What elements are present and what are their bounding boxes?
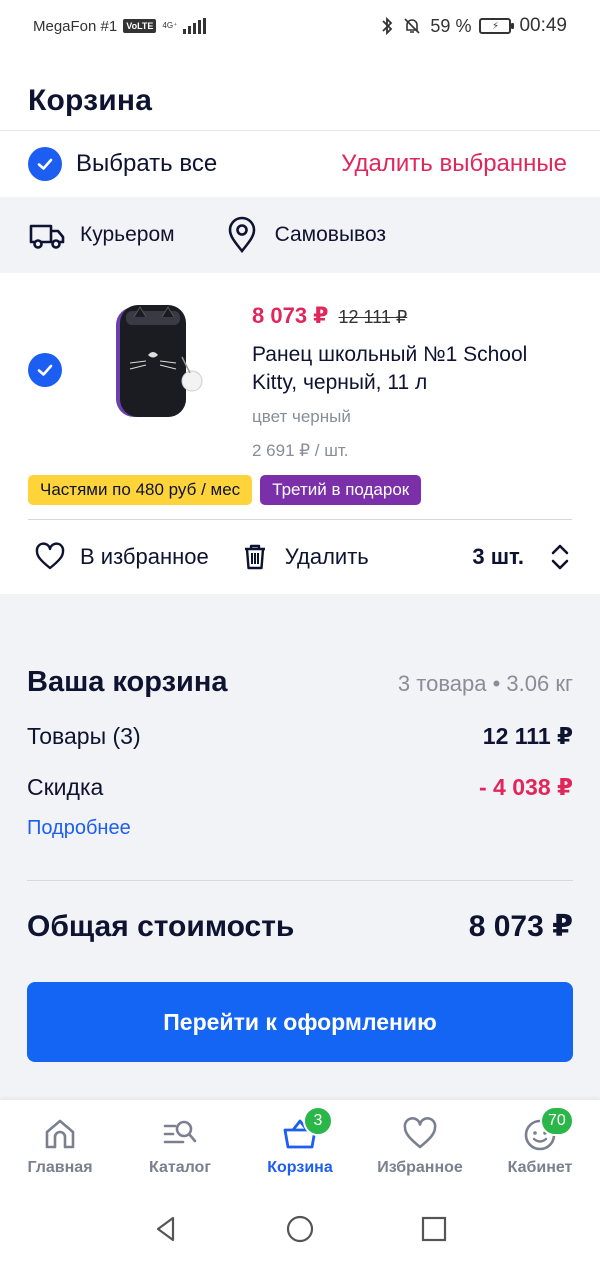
- bottom-nav: Главная Каталог Корзина 3 Избранное Каби…: [0, 1100, 600, 1192]
- delivery-pickup-option[interactable]: Самовывоз: [223, 216, 386, 254]
- truck-icon: [29, 224, 65, 249]
- cart-count-badge: 3: [303, 1106, 333, 1136]
- delete-label: Удалить: [284, 544, 369, 569]
- cart-item: 8 073 ₽ 12 111 ₽ Ранец школьный №1 Schoo…: [0, 273, 600, 520]
- installment-tag[interactable]: Частями по 480 руб / мес: [28, 475, 253, 505]
- status-bar: MegaFon #1 VoLTE 4G⁺ 59 % ⚡ 00:49: [0, 0, 600, 52]
- discount-row: Скидка - 4 038 ₽: [27, 774, 573, 801]
- total-row: Общая стоимость 8 073 ₽: [27, 909, 573, 944]
- status-left: MegaFon #1 VoLTE 4G⁺: [33, 17, 207, 35]
- nav-favorites-label: Избранное: [377, 1159, 463, 1176]
- favorites-label: В избранное: [80, 544, 209, 569]
- section-gap: [0, 594, 600, 642]
- catalog-search-icon: [163, 1120, 197, 1144]
- location-pin-icon: [228, 216, 255, 254]
- heart-icon: [35, 542, 65, 570]
- nav-cabinet-label: Кабинет: [507, 1159, 573, 1176]
- nav-cart-label: Корзина: [267, 1159, 333, 1176]
- carrier-name: MegaFon #1: [33, 17, 118, 35]
- product-color: цвет черный: [252, 407, 351, 426]
- item-actions: В избранное Удалить 3 шт.: [0, 520, 600, 594]
- mute-bell-icon: [404, 18, 420, 34]
- volte-badge: VoLTE: [123, 19, 157, 33]
- system-nav-bar: [0, 1192, 600, 1266]
- bluetooth-icon: [382, 16, 393, 36]
- battery-percent: 59 %: [430, 15, 472, 36]
- backpack-image: [116, 305, 203, 417]
- nav-home-label: Главная: [27, 1159, 93, 1176]
- total-value: 8 073 ₽: [468, 910, 573, 943]
- add-to-favorites-button[interactable]: В избранное: [34, 541, 209, 573]
- divider: [28, 519, 572, 520]
- gift-promo-tag[interactable]: Третий в подарок: [260, 475, 422, 505]
- goods-row: Товары (3) 12 111 ₽: [27, 723, 573, 750]
- details-link[interactable]: Подробнее: [27, 817, 573, 840]
- back-triangle-icon[interactable]: [151, 1214, 181, 1244]
- quantity-stepper[interactable]: 3 шт.: [472, 541, 570, 573]
- price-old: 12 111 ₽: [338, 307, 408, 327]
- checkbox-checked-icon[interactable]: [28, 147, 62, 181]
- delivery-options: Курьером Самовывоз: [0, 197, 600, 273]
- discount-value: - 4 038 ₽: [479, 774, 573, 800]
- page-title: Корзина: [28, 84, 153, 117]
- pickup-label: Самовывоз: [274, 223, 387, 246]
- discount-label: Скидка: [27, 774, 104, 800]
- product-name[interactable]: Ранец школьный №1 School Kitty, черный, …: [252, 341, 572, 397]
- delete-selected-button[interactable]: Удалить выбранные: [341, 150, 567, 178]
- goods-label: Товары (3): [27, 723, 141, 749]
- select-all-label: Выбрать все: [76, 150, 218, 177]
- recents-square-icon[interactable]: [419, 1214, 449, 1244]
- battery-icon: ⚡: [479, 18, 515, 34]
- cabinet-count-badge: 70: [540, 1106, 574, 1136]
- nav-cabinet[interactable]: Кабинет 70: [480, 1100, 600, 1192]
- courier-label: Курьером: [80, 223, 175, 246]
- nav-favorites[interactable]: Избранное: [360, 1100, 480, 1192]
- select-all-button[interactable]: Выбрать все: [28, 147, 217, 181]
- divider: [27, 880, 573, 881]
- product-image[interactable]: [94, 297, 214, 427]
- cart-summary: Ваша корзина 3 товара • 3.06 кг Товары (…: [0, 642, 600, 1158]
- delete-item-button[interactable]: Удалить: [239, 541, 369, 573]
- chevron-up-down-icon[interactable]: [550, 541, 570, 573]
- nav-catalog-label: Каталог: [149, 1159, 211, 1176]
- promo-tags: Частями по 480 руб / мес Третий в подаро…: [28, 475, 572, 505]
- clock: 00:49: [519, 15, 567, 36]
- item-checkbox-checked-icon[interactable]: [28, 353, 62, 387]
- select-row: Выбрать все Удалить выбранные: [0, 131, 600, 197]
- network-type: 4G⁺: [162, 21, 178, 30]
- price-new: 8 073 ₽: [252, 303, 329, 328]
- nav-home[interactable]: Главная: [0, 1100, 120, 1192]
- home-icon: [45, 1119, 75, 1149]
- heart-icon: [403, 1117, 437, 1149]
- quantity-value: 3 шт.: [472, 544, 524, 569]
- delivery-courier-option[interactable]: Курьером: [28, 216, 175, 254]
- nav-catalog[interactable]: Каталог: [120, 1100, 240, 1192]
- checkout-button[interactable]: Перейти к оформлению: [27, 982, 573, 1062]
- summary-title: Ваша корзина: [27, 666, 228, 698]
- status-right: 59 % ⚡ 00:49: [380, 15, 567, 37]
- unit-price: 2 691 ₽ / шт.: [252, 441, 349, 460]
- total-label: Общая стоимость: [27, 909, 295, 943]
- home-circle-icon[interactable]: [285, 1214, 315, 1244]
- trash-icon: [244, 544, 265, 570]
- signal-icon: [183, 18, 207, 34]
- summary-meta: 3 товара • 3.06 кг: [397, 671, 573, 696]
- nav-cart[interactable]: Корзина 3: [240, 1100, 360, 1192]
- goods-value: 12 111 ₽: [482, 723, 573, 749]
